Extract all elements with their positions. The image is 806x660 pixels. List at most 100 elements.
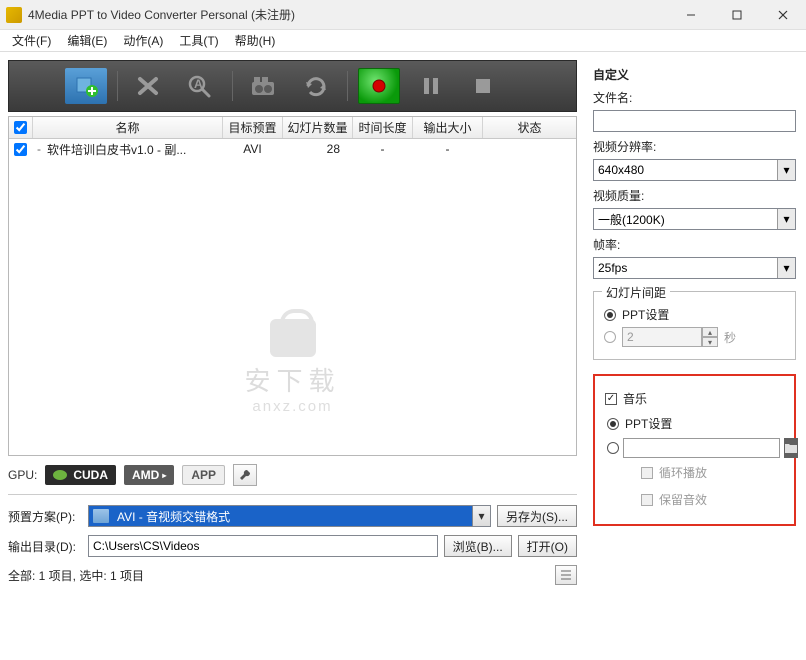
quality-label: 视频质量: [593, 187, 796, 204]
cuda-badge[interactable]: CUDA [45, 465, 116, 485]
watermark-line1: 安下载 [244, 361, 340, 398]
pause-button[interactable] [410, 68, 452, 104]
bag-icon [265, 309, 319, 357]
interval-unit: 秒 [724, 329, 736, 346]
output-row: 输出目录(D): 浏览(B)... 打开(O) [8, 535, 577, 557]
preset-row: 预置方案(P): AVI - 音视频交错格式 ▾ 另存为(S)... [8, 505, 577, 527]
spin-up-icon[interactable]: ▴ [702, 327, 718, 337]
filename-label: 文件名: [593, 89, 796, 106]
divider [8, 494, 577, 495]
menu-action[interactable]: 动作(A) [115, 30, 171, 51]
music-checkbox-row[interactable]: 音乐 [605, 390, 784, 407]
output-path-input[interactable] [88, 535, 438, 557]
fps-select[interactable]: 25fps ▾ [593, 257, 796, 279]
fps-label: 帧率: [593, 236, 796, 253]
chevron-down-icon: ▾ [777, 209, 795, 229]
menu-tools[interactable]: 工具(T) [171, 30, 226, 51]
radio-icon [607, 418, 619, 430]
minimize-button[interactable] [668, 0, 714, 30]
col-size[interactable]: 输出大小 [413, 117, 483, 138]
col-duration[interactable]: 时间长度 [353, 117, 413, 138]
music-label: 音乐 [623, 390, 647, 407]
col-checkbox[interactable] [9, 117, 33, 138]
col-name[interactable]: 名称 [33, 117, 223, 138]
checkbox-icon [641, 494, 653, 506]
delete-button[interactable] [128, 68, 170, 104]
window-title: 4Media PPT to Video Converter Personal (… [28, 6, 668, 23]
row-duration: - [353, 142, 413, 156]
resolution-select[interactable]: 640x480 ▾ [593, 159, 796, 181]
maximize-button[interactable] [714, 0, 760, 30]
open-button[interactable]: 打开(O) [518, 535, 577, 557]
titlebar: 4Media PPT to Video Converter Personal (… [0, 0, 806, 30]
camera-button[interactable] [243, 68, 285, 104]
menu-help[interactable]: 帮助(H) [227, 30, 284, 51]
settings-panel: 自定义 文件名: 视频分辨率: 640x480 ▾ 视频质量: 一般(1200K… [585, 52, 806, 660]
amd-badge[interactable]: AMD▸ [124, 465, 174, 485]
toolbar-separator [117, 71, 118, 101]
interval-ppt-radio[interactable]: PPT设置 [604, 306, 785, 323]
keep-effect-checkbox[interactable]: 保留音效 [641, 491, 784, 508]
watermark: 安下载 anxz.com [244, 309, 340, 415]
chevron-down-icon: ▾ [777, 258, 795, 278]
close-button[interactable] [760, 0, 806, 30]
file-table: 名称 目标预置 幻灯片数量 时间长度 输出大小 状态 -软件培训白皮书v1.0 … [8, 116, 577, 456]
quality-select[interactable]: 一般(1200K) ▾ [593, 208, 796, 230]
menubar: 文件(F) 编辑(E) 动作(A) 工具(T) 帮助(H) [0, 30, 806, 52]
col-status[interactable]: 状态 [483, 117, 576, 138]
col-preset[interactable]: 目标预置 [223, 117, 283, 138]
record-button[interactable] [358, 68, 400, 104]
svg-text:A: A [194, 77, 203, 91]
filename-input[interactable] [593, 110, 796, 132]
gpu-label: GPU: [8, 468, 37, 482]
music-group: 音乐 PPT设置 循环播放 [593, 374, 796, 526]
loop-play-checkbox[interactable]: 循环播放 [641, 464, 784, 481]
checkbox-icon [605, 393, 617, 405]
watermark-line2: anxz.com [244, 398, 340, 415]
music-ppt-radio[interactable]: PPT设置 [607, 415, 784, 432]
stop-button[interactable] [462, 68, 504, 104]
preset-text: AVI - 音视频交错格式 [113, 508, 472, 525]
folder-icon [784, 442, 798, 454]
preset-combo[interactable]: AVI - 音视频交错格式 ▾ [88, 505, 491, 527]
col-slides[interactable]: 幻灯片数量 [283, 117, 353, 138]
interval-spinner[interactable]: ▴▾ [622, 327, 718, 347]
music-file-input[interactable] [623, 438, 780, 458]
list-view-button[interactable] [555, 565, 577, 585]
interval-custom-radio[interactable]: ▴▾ 秒 [604, 327, 785, 347]
table-body: -软件培训白皮书v1.0 - 副... AVI 28 - - 安下载 anxz.… [9, 139, 576, 455]
row-size: - [413, 142, 483, 156]
add-file-button[interactable] [65, 68, 107, 104]
menu-file[interactable]: 文件(F) [4, 30, 59, 51]
save-as-button[interactable]: 另存为(S)... [497, 505, 577, 527]
row-name: 软件培训白皮书v1.0 - 副... [47, 141, 186, 158]
table-row[interactable]: -软件培训白皮书v1.0 - 副... AVI 28 - - [9, 139, 576, 159]
toolbar-separator [347, 71, 348, 101]
chevron-down-icon[interactable]: ▾ [472, 506, 490, 526]
gpu-settings-button[interactable] [233, 464, 257, 486]
select-all-checkbox[interactable] [14, 121, 27, 134]
interval-value-input[interactable] [622, 327, 702, 347]
row-checkbox[interactable] [14, 143, 27, 156]
nvidia-eye-icon [53, 470, 67, 480]
browse-button[interactable]: 浏览(B)... [444, 535, 512, 557]
interval-title: 幻灯片间距 [602, 284, 670, 301]
app-badge[interactable]: APP [182, 465, 225, 485]
wrench-icon [238, 468, 252, 482]
row-slides: 28 [283, 142, 353, 156]
menu-edit[interactable]: 编辑(E) [59, 30, 115, 51]
checkbox-icon [641, 467, 653, 479]
custom-heading: 自定义 [593, 66, 796, 83]
radio-icon [607, 442, 619, 454]
refresh-button[interactable] [295, 68, 337, 104]
search-replace-button[interactable]: A [180, 68, 222, 104]
row-dash: - [37, 142, 41, 156]
browse-music-button[interactable] [784, 438, 798, 458]
status-row: 全部: 1 项目, 选中: 1 项目 [8, 565, 577, 585]
status-text: 全部: 1 项目, 选中: 1 项目 [8, 567, 551, 584]
spin-down-icon[interactable]: ▾ [702, 337, 718, 347]
radio-icon [604, 331, 616, 343]
table-header: 名称 目标预置 幻灯片数量 时间长度 输出大小 状态 [9, 117, 576, 139]
preset-label: 预置方案(P): [8, 508, 82, 525]
output-label: 输出目录(D): [8, 538, 82, 555]
